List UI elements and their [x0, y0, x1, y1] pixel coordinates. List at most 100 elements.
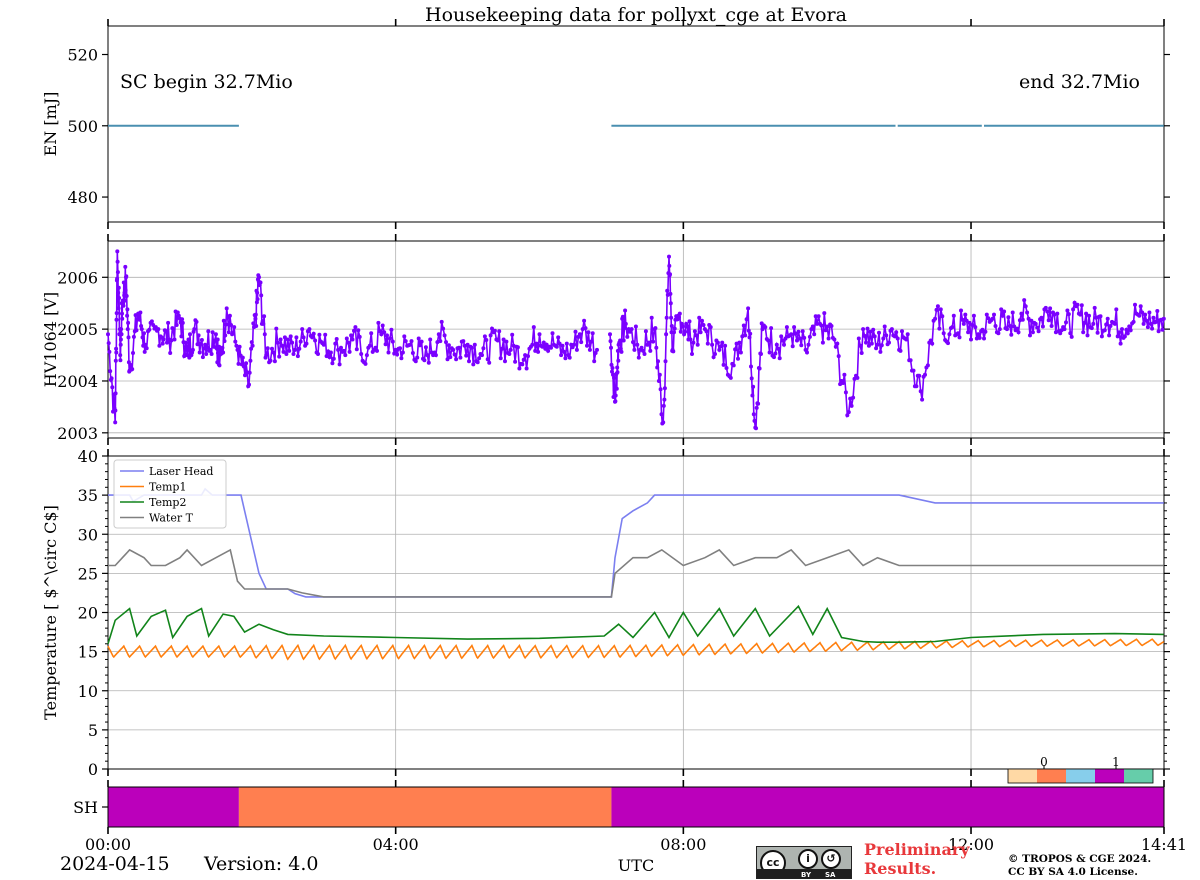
hv1064-point [147, 327, 152, 332]
hv1064-point [124, 274, 129, 279]
hv1064-point [307, 327, 312, 332]
hv1064-point [856, 336, 861, 341]
hv1064-point [357, 334, 362, 339]
hv1064-point [672, 330, 676, 335]
y-tick-label: 15 [78, 643, 98, 662]
hv1064-point [106, 332, 110, 337]
panel-border [107, 25, 1165, 223]
hv1064-point [789, 332, 794, 337]
hv1064-point [295, 354, 300, 359]
hv1064-point [918, 389, 923, 394]
hv1064-point [667, 254, 671, 259]
hv1064-point [846, 410, 851, 415]
hv1064-point [585, 343, 589, 348]
hv1064-point [134, 328, 139, 333]
hv1064-point [1099, 334, 1104, 339]
hv1064-point [877, 330, 881, 335]
y-axis-label: HV1064 [V] [41, 292, 60, 387]
hv1064-point [1120, 327, 1124, 332]
hv1064-point [1133, 302, 1137, 307]
hv1064-point [632, 347, 637, 352]
y-tick-label: 500 [67, 117, 98, 136]
hv1064-point [567, 355, 572, 360]
hv1064-point [142, 331, 146, 336]
hv1064-point [413, 359, 418, 364]
hv1064-point [356, 328, 361, 333]
hv1064-point [1078, 312, 1083, 317]
hv1064-point [935, 304, 940, 309]
hv1064-point [452, 352, 457, 357]
hv1064-point [240, 355, 245, 360]
hv1064-point [1039, 315, 1044, 320]
hv1064-point [941, 331, 946, 336]
hv1064-point [534, 341, 539, 346]
hv1064-point [334, 337, 339, 341]
hv1064-point [608, 339, 613, 344]
hv1064-point [752, 418, 757, 423]
hv1064-point [237, 344, 242, 349]
hv1064-point [654, 345, 659, 350]
hv1064-panel: 2003 2004 2005 2006 HV1064 [V] [41, 234, 1170, 445]
y-tick-label: 5 [88, 721, 98, 740]
hv1064-point [383, 342, 388, 347]
hv1064-point [210, 330, 215, 335]
hv1064-point [126, 335, 131, 340]
hv1064-point [130, 367, 135, 372]
temperature-legend: Laser Head Temp1 Temp2 Water T [113, 459, 227, 529]
hv1064-point [1062, 327, 1067, 332]
hv1064-point [113, 391, 118, 396]
hv1064-point [1046, 318, 1051, 323]
hv1064-point [109, 376, 114, 381]
hv1064-point [664, 332, 669, 337]
hv1064-point [1075, 302, 1080, 307]
hv1064-point [884, 333, 889, 338]
hv1064-point [982, 336, 986, 341]
cc-sa-label: SA [825, 871, 836, 879]
hv1064-point [131, 334, 136, 339]
hv1064-point [117, 296, 122, 300]
hv1064-point [933, 316, 938, 321]
hv1064-point [993, 324, 998, 328]
hv1064-point [1069, 334, 1074, 339]
hv1064-point [224, 306, 229, 311]
hv1064-point [751, 412, 756, 417]
hv1064-point [836, 354, 841, 359]
hv1064-point [253, 312, 258, 317]
hv1064-point [1040, 324, 1045, 329]
hv1064-point [763, 325, 768, 330]
sc-end-label: end 32.7Mio [1019, 71, 1140, 93]
hv1064-point [160, 341, 165, 346]
hv1064-point [262, 332, 267, 337]
hv1064-point [213, 332, 218, 337]
hv1064-point [1155, 309, 1160, 313]
hv1064-point [185, 345, 190, 350]
hv1064-point [500, 346, 505, 351]
hv1064-point [715, 340, 720, 345]
hv1064-point [615, 370, 620, 375]
hv1064-point [1154, 319, 1158, 324]
hv1064-point [997, 327, 1002, 332]
hv1064-point [369, 331, 374, 336]
hv1064-point [757, 366, 762, 371]
shutter-panel: SH [73, 780, 1165, 834]
hv1064-point [119, 327, 124, 332]
hv1064-point [741, 323, 746, 328]
hv1064-point [1025, 310, 1030, 315]
hv1064-point [592, 359, 597, 364]
hv1064-point [1085, 333, 1090, 338]
y-tick-label: 0 [88, 760, 98, 779]
hv1064-point [399, 356, 404, 361]
figure-title: Housekeeping data for pollyxt_cge at Evo… [425, 4, 847, 26]
hv1064-point [270, 346, 274, 351]
hv1064-point [115, 259, 120, 264]
hv1064-point [537, 332, 542, 337]
hv1064-point [799, 343, 804, 348]
hv1064-point [608, 332, 612, 337]
hv1064-point [1082, 320, 1087, 325]
y-tick-label: 10 [78, 682, 98, 701]
hv1064-point [1104, 322, 1109, 327]
hv1064-point [672, 326, 677, 331]
y-tick-label: 25 [78, 564, 98, 583]
hv1064-point [1007, 324, 1012, 328]
shutter-colorbar: 01 [1007, 755, 1154, 784]
